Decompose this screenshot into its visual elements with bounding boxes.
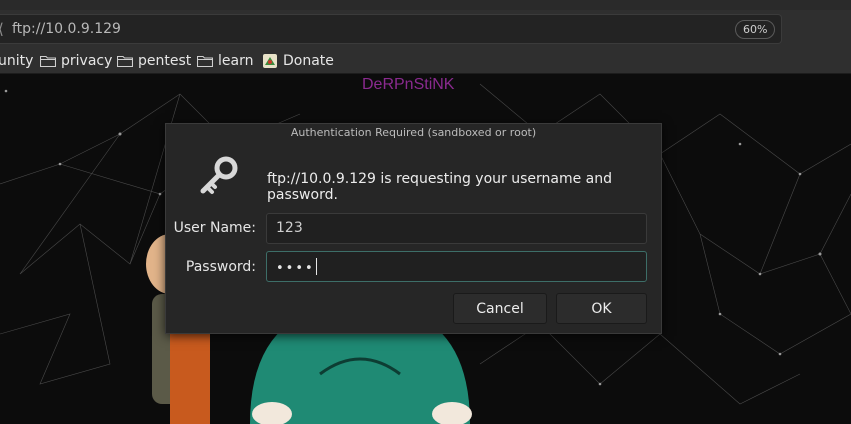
- cancel-button[interactable]: Cancel: [453, 293, 547, 324]
- bookmark-label: learn: [218, 53, 254, 69]
- ok-button[interactable]: OK: [556, 293, 647, 324]
- auth-dialog: Authentication Required (sandboxed or ro…: [165, 123, 662, 334]
- bookmark-label: privacy: [61, 53, 113, 69]
- username-value: 123: [276, 220, 303, 236]
- folder-icon: [40, 55, 56, 67]
- bookmark-donate[interactable]: Donate: [262, 52, 334, 70]
- window-top-strip: [0, 0, 851, 10]
- username-field[interactable]: 123: [266, 213, 647, 244]
- url-text[interactable]: ftp://10.0.9.129: [12, 21, 121, 37]
- text-caret: [315, 258, 317, 275]
- dialog-title: Authentication Required (sandboxed or ro…: [290, 126, 537, 139]
- toolbar: ⟨ ftp://10.0.9.129 60%: [0, 10, 851, 48]
- dialog-message: ftp://10.0.9.129 is requesting your user…: [267, 171, 613, 203]
- folder-icon: [197, 55, 213, 67]
- username-label: User Name:: [173, 220, 256, 236]
- bookmark-pentest[interactable]: pentest: [117, 52, 191, 70]
- bookmark-label: unity: [0, 53, 34, 69]
- bookmark-unity[interactable]: unity: [0, 52, 33, 70]
- url-bar[interactable]: ⟨ ftp://10.0.9.129 60%: [0, 14, 782, 44]
- password-field[interactable]: ••••: [266, 251, 647, 282]
- zoom-level-badge[interactable]: 60%: [735, 20, 776, 39]
- donate-favicon-icon: [263, 54, 277, 68]
- bookmarks-bar: unity privacy pentest learn Donate: [0, 48, 851, 74]
- page-title: DeRPnStiNK: [362, 76, 455, 93]
- password-label: Password:: [185, 259, 256, 275]
- site-info-icon[interactable]: ⟨: [0, 20, 4, 38]
- bookmark-label: pentest: [138, 53, 192, 69]
- bookmark-learn[interactable]: learn: [197, 52, 253, 70]
- bookmark-label: Donate: [283, 53, 334, 69]
- key-icon: [200, 156, 238, 194]
- bookmark-privacy[interactable]: privacy: [40, 52, 112, 70]
- password-value: ••••: [276, 261, 315, 276]
- folder-icon: [117, 55, 133, 67]
